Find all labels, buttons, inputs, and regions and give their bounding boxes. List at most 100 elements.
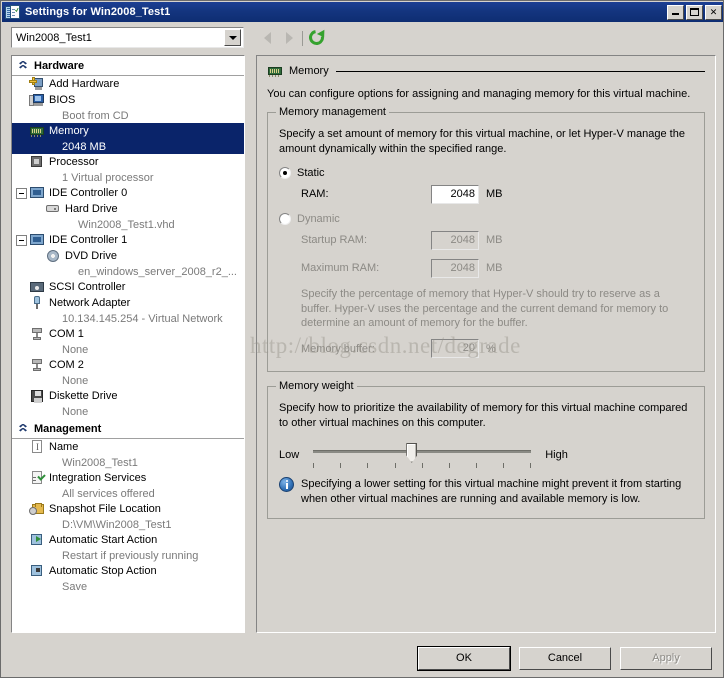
memory-weight-info-text: Specifying a lower setting for this virt… [301,477,682,505]
tree-item-processor[interactable]: Processor [12,154,244,170]
tree-item-dvd-drive[interactable]: DVD Drive [12,248,244,264]
tree-item-subtext: All services offered [62,487,155,500]
automatic-start-icon [29,533,45,547]
tree-item-label: Processor [49,156,99,168]
ram-field-row: RAM: 2048 MB [301,184,693,204]
tree-section-hardware[interactable]: Hardware [12,56,244,76]
dynamic-radio-row[interactable]: Dynamic [279,212,693,225]
tree-item-snapshot-file-location[interactable]: Snapshot File Location [12,501,244,517]
collapse-chevron-icon[interactable] [16,422,30,436]
static-radio-label: Static [297,166,325,179]
chevron-down-icon[interactable] [224,29,241,46]
expander-icon[interactable] [16,187,27,199]
tree-item-subtext: Win2008_Test1.vhd [78,218,175,231]
tree-item-subtext: en_windows_server_2008_r2_... [78,265,237,278]
tree-item-ide-controller-0[interactable]: IDE Controller 0 [12,185,244,201]
ok-button[interactable]: OK [417,645,511,671]
tree-item-label: Network Adapter [49,297,131,309]
tree-item-label: Automatic Start Action [49,534,158,546]
slider-ticks [313,462,532,468]
tree-item-subtext: 1 Virtual processor [62,171,154,184]
expander-icon[interactable] [16,234,27,246]
refresh-icon[interactable] [306,27,328,48]
memory-icon [29,124,45,138]
vm-selector-value: Win2008_Test1 [16,31,92,44]
header-rule [335,70,705,72]
tree-item-add-hardware[interactable]: Add Hardware [12,76,244,92]
memory-weight-slider-row: Low High [279,441,693,469]
memory-buffer-description: Specify the percentage of memory that Hy… [301,287,669,330]
tree-item-subtext: D:\VM\Win2008_Test1 [62,518,172,531]
apply-button[interactable]: Apply [620,646,712,670]
vm-selector-combobox[interactable]: Win2008_Test1 [11,27,244,48]
tree-item-label: Name [49,441,79,453]
tree-item-label: COM 2 [49,359,84,371]
tree-item-hard-drive[interactable]: Hard Drive [12,201,244,217]
collapse-chevron-icon[interactable] [16,59,30,73]
forward-icon[interactable] [278,28,300,48]
tree-item-subtext: Win2008_Test1 [62,456,138,469]
tree-item-com-1[interactable]: COM 1 [12,326,244,342]
memory-buffer-input[interactable]: 20 [431,339,479,359]
memory-buffer-field-row: Memory buffer: 20 % [301,339,693,359]
tree-item-automatic-start-action[interactable]: Automatic Start Action [12,532,244,548]
memory-weight-title: Memory weight [276,380,357,393]
toolbar-separator [302,30,303,46]
settings-tree[interactable]: Hardware Add Hardware BIOS Boot from CD Memo… [11,55,245,633]
tree-item-label: Hard Drive [65,203,118,215]
back-icon[interactable] [256,28,278,48]
add-hardware-icon [29,77,45,91]
tree-item-subtext: Boot from CD [62,109,129,122]
cancel-button[interactable]: Cancel [519,646,611,670]
startup-ram-input[interactable]: 2048 [431,230,479,250]
window-controls: ✕ [667,4,722,20]
tree-section-label: Management [34,422,102,435]
maximum-ram-unit: MB [486,262,503,275]
maximize-button[interactable] [686,4,703,20]
tree-item-automatic-stop-action[interactable]: Automatic Stop Action [12,563,244,579]
window-title: Settings for Win2008_Test1 [25,6,171,18]
tree-section-management[interactable]: Management [12,419,244,439]
minimize-button[interactable] [667,4,684,20]
slider-thumb[interactable] [406,442,418,463]
tree-item-subtext: 10.134.145.254 - Virtual Network [62,312,223,325]
tree-item-label: COM 1 [49,328,84,340]
static-radio-row[interactable]: Static [279,166,693,179]
tree-item-diskette-drive[interactable]: Diskette Drive [12,388,244,404]
maximum-ram-input[interactable]: 2048 [431,258,479,278]
tree-item-integration-services[interactable]: Integration Services [12,470,244,486]
close-icon[interactable]: ✕ [705,4,722,20]
memory-weight-slider[interactable] [313,441,532,469]
tree-item-label: IDE Controller 0 [49,187,128,199]
automatic-stop-icon [29,564,45,578]
tree-item-ide-controller-1[interactable]: IDE Controller 1 [12,232,244,248]
tree-item-label: BIOS [49,94,76,106]
tree-item-label: IDE Controller 1 [49,234,128,246]
page-title: Memory [289,65,329,77]
com-port-icon [29,358,45,372]
info-icon [279,476,294,492]
ram-input[interactable]: 2048 [431,184,479,204]
slider-low-label: Low [279,448,300,461]
tree-item-memory[interactable]: Memory [12,123,244,139]
tree-item-name[interactable]: Name [12,439,244,455]
tree-item-label: SCSI Controller [49,281,126,293]
tree-section-label: Hardware [34,59,85,72]
tree-item-bios[interactable]: BIOS [12,92,244,108]
static-radio[interactable] [279,166,291,179]
ram-unit: MB [486,188,503,201]
tree-item-label: Integration Services [49,472,147,484]
memory-weight-info: Specifying a lower setting for this virt… [279,476,693,507]
tree-item-subtext: None [62,405,89,418]
startup-ram-unit: MB [486,234,503,247]
processor-icon [29,155,45,169]
tree-item-label: DVD Drive [65,250,117,262]
slider-track[interactable] [313,449,532,453]
dynamic-radio-label: Dynamic [297,212,340,225]
tree-item-scsi-controller[interactable]: SCSI Controller [12,279,244,295]
tree-item-com-2[interactable]: COM 2 [12,357,244,373]
tree-item-network-adapter[interactable]: Network Adapter [12,295,244,311]
memory-buffer-unit: % [486,342,496,355]
dynamic-radio[interactable] [279,212,291,225]
maximum-ram-field-row: Maximum RAM: 2048 MB [301,258,693,278]
